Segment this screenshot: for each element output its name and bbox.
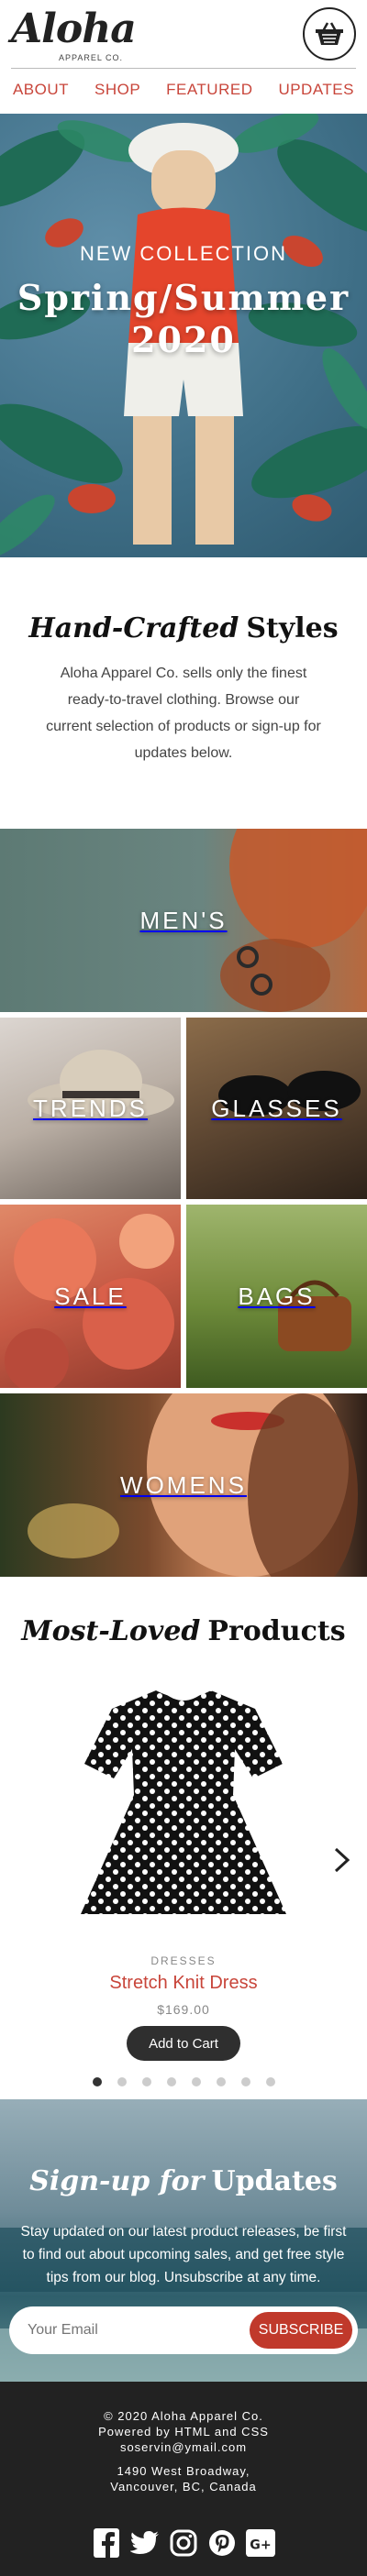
category-label-sale: SALE (54, 1282, 127, 1310)
svg-text:G+: G+ (250, 2538, 271, 2553)
intro-body: Aloha Apparel Co. sells only the finest … (46, 666, 321, 761)
category-label-bags: BAGS (238, 1282, 316, 1310)
category-tile-womens[interactable]: WOMENS (0, 1393, 367, 1577)
basket-icon (316, 22, 343, 45)
intro-heading: Hand-Crafted Styles (0, 612, 367, 644)
hero-banner: NEW COLLECTION Spring/Summer 2020 (0, 114, 367, 557)
products-heading-italic: Most-Loved (21, 1615, 201, 1647)
social-links: G+ (0, 2528, 367, 2558)
instagram-icon[interactable] (169, 2528, 198, 2558)
category-tile-mens[interactable]: MEN'S (0, 829, 367, 1012)
facebook-icon[interactable] (92, 2528, 121, 2558)
category-label-trends: TRENDS (33, 1094, 148, 1122)
category-label-mens: MEN'S (139, 906, 228, 934)
carousel-dot[interactable] (141, 2077, 151, 2086)
category-tile-bags[interactable]: BAGS (186, 1205, 367, 1388)
twitter-icon[interactable] (130, 2528, 160, 2558)
carousel-dot[interactable] (117, 2077, 127, 2086)
carousel-dot[interactable] (216, 2077, 226, 2086)
category-tile-sale[interactable]: SALE (0, 1205, 181, 1388)
intro-heading-italic: Hand-Crafted (28, 612, 239, 644)
carousel-dot[interactable] (166, 2077, 176, 2086)
email-input[interactable] (28, 2316, 229, 2345)
subscribe-button[interactable]: SUBSCRIBE (250, 2312, 352, 2349)
signup-form: SUBSCRIBE (9, 2306, 358, 2354)
category-tile-glasses[interactable]: GLASSES (186, 1018, 367, 1199)
brand-name: Aloha (11, 6, 137, 52)
nav-about[interactable]: ABOUT (13, 81, 69, 99)
footer-address-line-1: 1490 West Broadway, (117, 2464, 250, 2478)
cart-button[interactable] (303, 7, 356, 61)
carousel-next-arrow[interactable] (330, 1846, 352, 1874)
signup-heading-italic: Sign-up for (29, 2165, 205, 2197)
site-header: Aloha APPAREL CO. ABOUT SHOP FEATURED UP… (0, 0, 367, 114)
hero-title: Spring/Summer 2020 (0, 277, 367, 361)
nav-updates[interactable]: UPDATES (278, 81, 354, 99)
signup-heading: Sign-up for Updates (0, 2165, 367, 2197)
category-label-womens: WOMENS (120, 1470, 247, 1499)
nav-featured[interactable]: FEATURED (166, 81, 252, 99)
carousel-dot[interactable] (191, 2077, 201, 2086)
main-nav: ABOUT SHOP FEATURED UPDATES (0, 72, 367, 108)
product-category: DRESSES (150, 1954, 217, 1967)
carousel-dot[interactable] (265, 2077, 275, 2086)
nav-shop[interactable]: SHOP (95, 81, 140, 99)
pinterest-icon[interactable] (207, 2528, 237, 2558)
signup-section: Sign-up for Updates Stay updated on our l… (0, 2099, 367, 2382)
footer-copyright: © 2020 Aloha Apparel Co. (104, 2409, 263, 2423)
carousel-dot[interactable] (240, 2077, 250, 2086)
site-footer: © 2020 Aloha Apparel Co. Powered by HTML… (0, 2382, 367, 2576)
google-plus-icon[interactable]: G+ (246, 2528, 275, 2558)
add-to-cart-button[interactable]: Add to Cart (127, 2026, 240, 2061)
footer-email-link[interactable]: soservin@ymail.com (0, 2440, 367, 2454)
product-price: $169.00 (157, 2002, 210, 2017)
signup-heading-bold: Updates (211, 2165, 338, 2197)
product-name[interactable]: Stretch Knit Dress (0, 1973, 367, 1994)
products-heading: Most-Loved Products (0, 1615, 367, 1647)
hero-title-line-1: Spring/Summer (17, 277, 350, 318)
footer-powered: Powered by HTML and CSS (98, 2425, 269, 2438)
carousel-dot[interactable] (92, 2077, 102, 2086)
carousel-dots (0, 2077, 367, 2086)
header-divider (11, 68, 356, 69)
intro-heading-bold: Styles (246, 612, 339, 644)
category-label-glasses: GLASSES (211, 1094, 342, 1122)
signup-body: Stay updated on our latest product relea… (20, 2224, 347, 2285)
brand-logo[interactable]: Aloha APPAREL CO. (11, 6, 139, 62)
brand-subtitle: APPAREL CO. (59, 53, 124, 62)
hero-kicker: NEW COLLECTION (79, 242, 288, 265)
footer-address-line-2: Vancouver, BC, Canada (110, 2480, 257, 2493)
hero-title-line-2: 2020 (131, 319, 236, 360)
products-heading-bold: Products (207, 1615, 346, 1647)
category-tile-trends[interactable]: TRENDS (0, 1018, 181, 1199)
products-section: Most-Loved Products DRESSES Stretch Knit … (0, 1577, 367, 2099)
product-image-dress[interactable] (75, 1685, 292, 1923)
intro-section: Hand-Crafted Styles Aloha Apparel Co. sel… (0, 557, 367, 829)
